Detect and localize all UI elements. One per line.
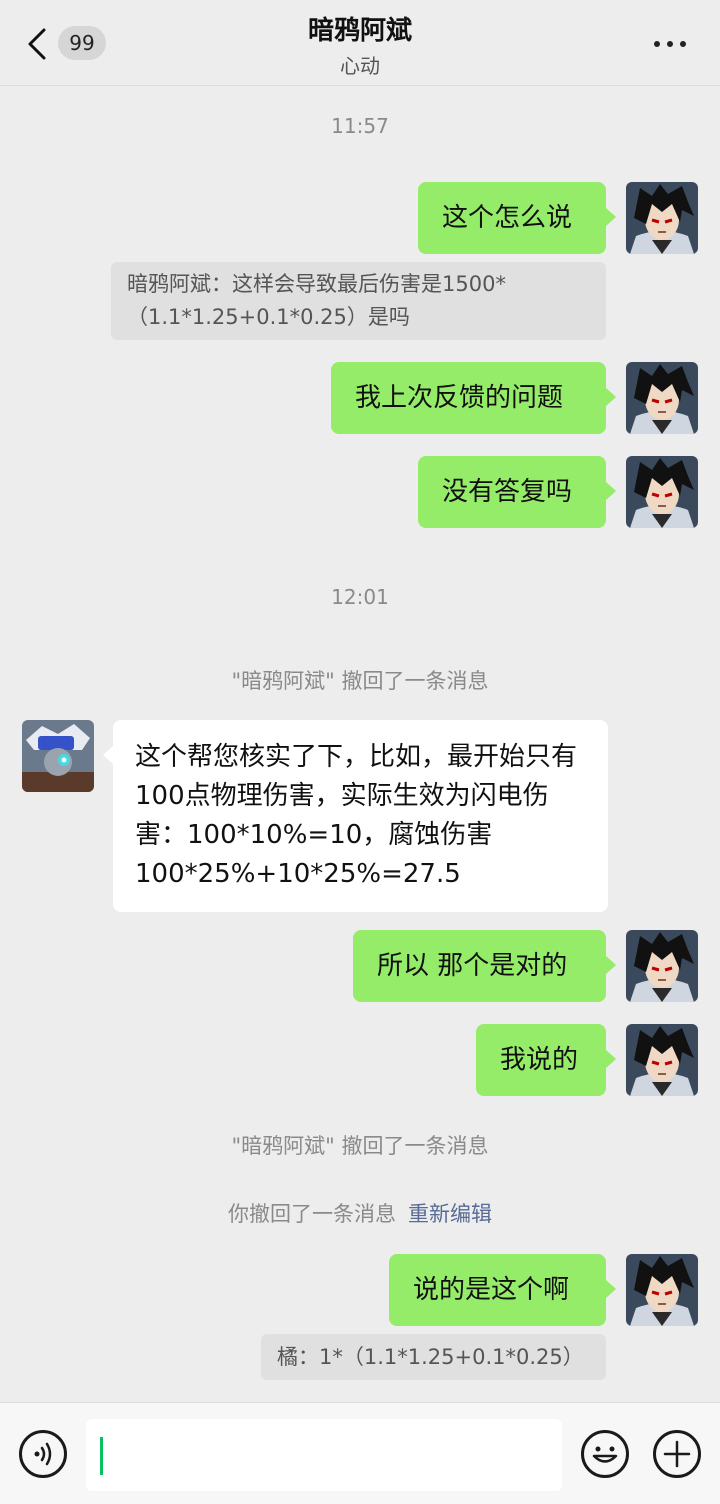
- timestamp: 12:01: [331, 585, 389, 609]
- input-bar: [0, 1402, 720, 1504]
- user-avatar-image: [626, 1254, 698, 1326]
- recall-notice: "暗鸦阿斌" 撤回了一条消息: [231, 669, 489, 693]
- user-avatar-image: [626, 362, 698, 434]
- emoji-icon: [592, 1446, 618, 1463]
- contact-avatar[interactable]: [22, 720, 94, 792]
- chat-header: 99 暗鸦阿斌 心动: [0, 0, 720, 86]
- message-input[interactable]: [86, 1419, 562, 1491]
- self-recall-text: 你撤回了一条消息: [228, 1202, 396, 1226]
- recall-notice: "暗鸦阿斌" 撤回了一条消息: [231, 1134, 489, 1158]
- quoted-message[interactable]: 暗鸦阿斌：这样会导致最后伤害是1500*（1.1*1.25+0.1*0.25）是…: [111, 262, 606, 340]
- timestamp: 11:57: [331, 114, 389, 138]
- more-functions-button[interactable]: [653, 1430, 701, 1478]
- my-avatar[interactable]: [626, 182, 698, 254]
- quoted-message[interactable]: 橘：1*（1.1*1.25+0.1*0.25）: [261, 1334, 606, 1380]
- my-avatar[interactable]: [626, 930, 698, 1002]
- my-message-bubble[interactable]: 我上次反馈的问题: [331, 362, 616, 434]
- my-avatar[interactable]: [626, 362, 698, 434]
- plus-icon: [663, 1440, 691, 1468]
- reedit-link[interactable]: 重新编辑: [408, 1202, 492, 1226]
- voice-button[interactable]: [19, 1430, 67, 1478]
- contact-avatar-image: [22, 720, 94, 792]
- self-recall-notice: 你撤回了一条消息 重新编辑: [0, 1198, 720, 1228]
- user-avatar-image: [626, 456, 698, 528]
- voice-icon: [34, 1442, 52, 1466]
- my-avatar[interactable]: [626, 456, 698, 528]
- user-avatar-image: [626, 1024, 698, 1096]
- contact-message-bubble[interactable]: 这个帮您核实了下，比如，最开始只有100点物理伤害，实际生效为闪电伤害：100*…: [103, 720, 608, 912]
- my-message-bubble[interactable]: 所以 那个是对的: [353, 930, 616, 1002]
- chat-title: 暗鸦阿斌: [307, 16, 412, 46]
- my-message-bubble[interactable]: 我说的: [476, 1024, 616, 1096]
- my-avatar[interactable]: [626, 1254, 698, 1326]
- my-message-bubble[interactable]: 这个怎么说: [418, 182, 616, 254]
- user-avatar-image: [626, 930, 698, 1002]
- emoji-button[interactable]: [581, 1430, 629, 1478]
- text-caret: [100, 1437, 103, 1475]
- user-avatar-image: [626, 182, 698, 254]
- my-message-bubble[interactable]: 没有答复吗: [418, 456, 616, 528]
- my-avatar[interactable]: [626, 1024, 698, 1096]
- more-button[interactable]: [650, 36, 690, 52]
- chat-subtitle: 心动: [340, 54, 380, 78]
- my-message-bubble[interactable]: 说的是这个啊: [389, 1254, 616, 1326]
